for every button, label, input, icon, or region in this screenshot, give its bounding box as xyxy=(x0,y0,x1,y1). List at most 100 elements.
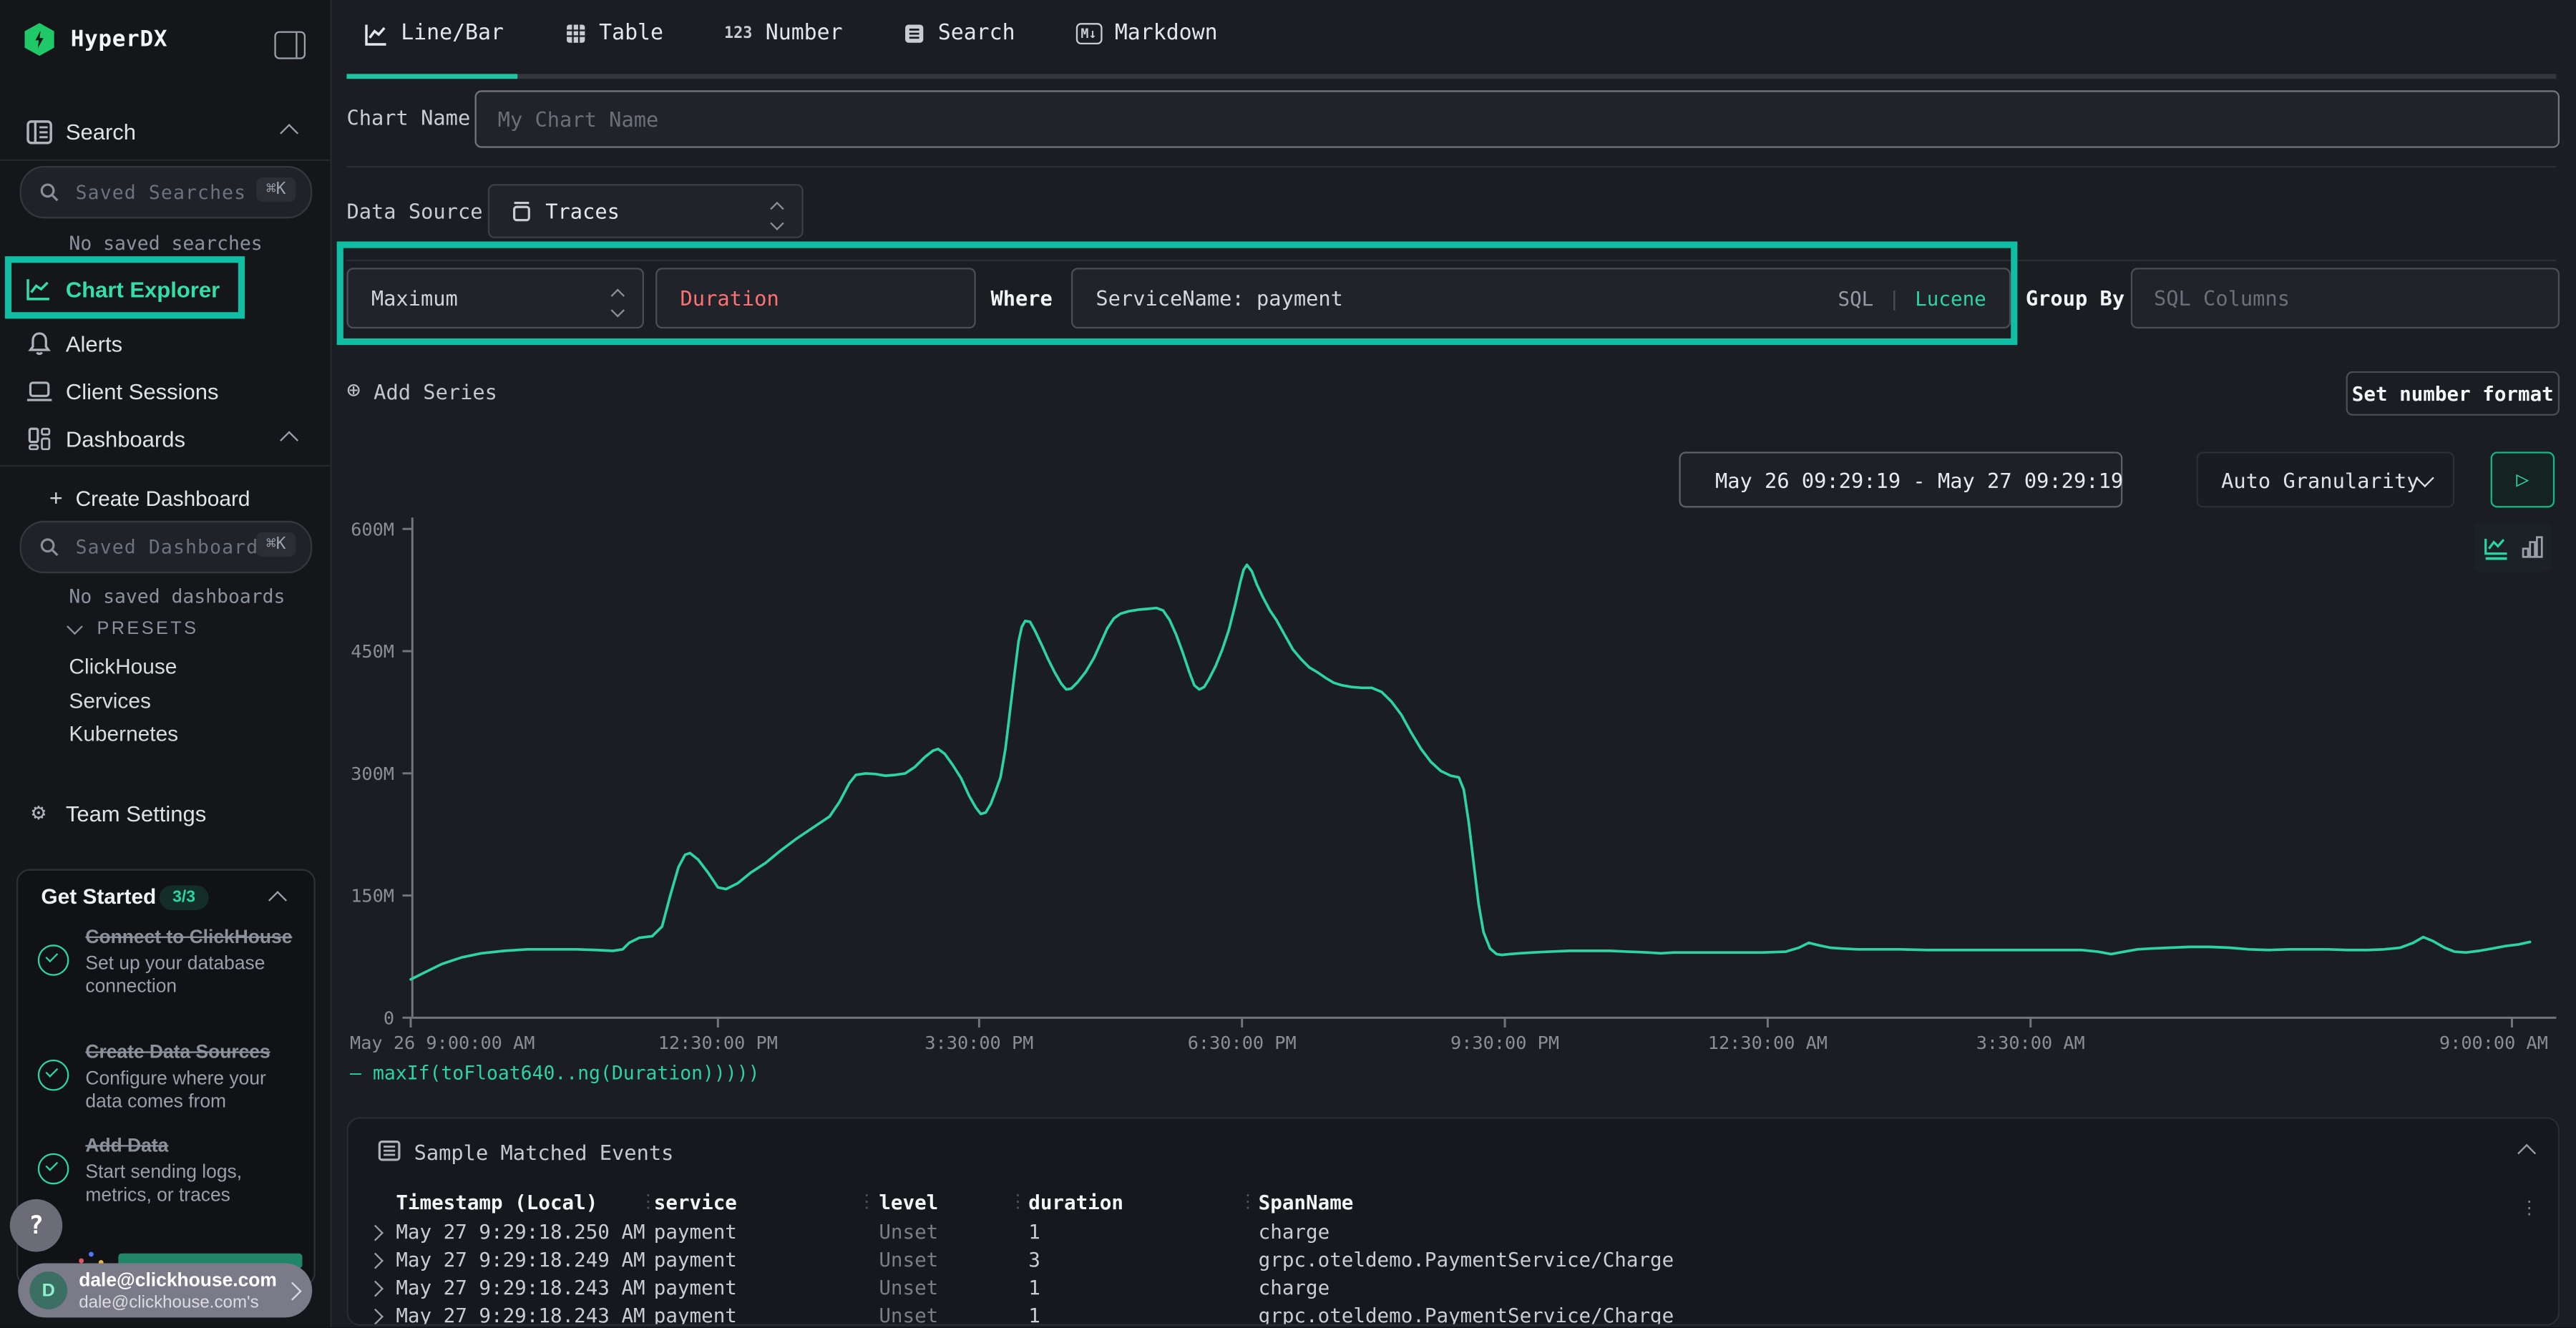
hyperdx-logo-icon xyxy=(23,23,56,56)
sql-toggle[interactable]: SQL xyxy=(1838,287,1873,310)
create-dashboard-label: Create Dashboard xyxy=(76,485,250,509)
data-source-select[interactable]: Traces xyxy=(488,184,804,238)
tabbar-track xyxy=(346,74,2556,79)
event-row-duration[interactable]: 1 xyxy=(1028,1304,1040,1326)
event-row-service[interactable]: payment xyxy=(654,1249,737,1271)
add-series-label: Add Series xyxy=(374,379,497,403)
lucene-toggle[interactable]: Lucene xyxy=(1915,287,1986,310)
brand[interactable]: HyperDX xyxy=(23,23,167,56)
sidebar-preset-services[interactable]: Services xyxy=(69,688,150,713)
collapse-panel-icon[interactable] xyxy=(2517,1144,2536,1163)
chevron-up-icon[interactable] xyxy=(280,124,298,142)
saved-searches-placeholder: Saved Searches xyxy=(76,181,247,204)
chart-explorer-icon xyxy=(24,278,52,301)
saved-searches-input[interactable]: Saved Searches ⌘K xyxy=(20,166,313,218)
event-row-level[interactable]: Unset xyxy=(879,1276,938,1299)
get-started-item-adddata[interactable]: Add Data Start sending logs, metrics, or… xyxy=(38,1131,298,1208)
chart-name-input[interactable] xyxy=(477,107,2558,131)
field-input-wrap[interactable]: Duration xyxy=(655,268,976,328)
event-row-ts[interactable]: May 27 9:29:18.250 AM xyxy=(396,1221,645,1244)
col-header-spanname[interactable]: SpanName xyxy=(1259,1191,1354,1214)
data-source-label: Data Source xyxy=(346,199,482,223)
group-by-label: Group By xyxy=(2026,285,2124,310)
event-row-ts[interactable]: May 27 9:29:18.243 AM xyxy=(396,1304,645,1326)
sidebar-preset-kubernetes[interactable]: Kubernetes xyxy=(69,721,178,746)
event-row-duration[interactable]: 1 xyxy=(1028,1221,1040,1244)
sidebar-item-team-settings[interactable]: ⚙ Team Settings xyxy=(0,794,330,833)
svg-text:6:30:00 PM: 6:30:00 PM xyxy=(1188,1032,1297,1053)
get-started-item-connect[interactable]: Connect to ClickHouse Set up your databa… xyxy=(38,922,298,999)
team-settings-label: Team Settings xyxy=(66,801,206,825)
sidebar-item-alerts[interactable]: Alerts xyxy=(0,323,330,363)
get-started-title: Get Started xyxy=(41,884,156,908)
event-row-service[interactable]: payment xyxy=(654,1276,737,1299)
set-number-format-button[interactable]: Set number format xyxy=(2346,371,2560,416)
create-dashboard-button[interactable]: + Create Dashboard xyxy=(0,478,330,517)
add-series-button[interactable]: ⊕ Add Series xyxy=(346,378,497,404)
event-row-duration[interactable]: 1 xyxy=(1028,1276,1040,1299)
column-separator-icon[interactable]: ⋮ xyxy=(1239,1191,1257,1213)
tab-markdown[interactable]: M↓ Markdown xyxy=(1076,21,1218,46)
col-header-level[interactable]: level xyxy=(879,1191,938,1214)
tab-number[interactable]: 123 Number xyxy=(724,21,843,46)
aggregation-value: Maximum xyxy=(371,285,458,310)
sidebar-item-dashboards[interactable]: Dashboards xyxy=(0,419,330,458)
event-row-service[interactable]: payment xyxy=(654,1304,737,1326)
check-circle-icon xyxy=(38,944,69,976)
presets-label: PRESETS xyxy=(97,620,198,640)
group-by-field[interactable] xyxy=(2131,268,2560,328)
tab-table[interactable]: Table xyxy=(565,21,663,46)
sidebar-section-search-label: Search xyxy=(66,119,136,143)
event-row-ts[interactable]: May 27 9:29:18.243 AM xyxy=(396,1276,645,1299)
query-language-toggle[interactable]: SQL | Lucene xyxy=(1838,287,1986,310)
event-row-ts[interactable]: May 27 9:29:18.249 AM xyxy=(396,1249,645,1271)
kebab-menu-icon[interactable]: ⋮ xyxy=(2520,1198,2538,1219)
get-started-progress-badge: 3/3 xyxy=(160,885,209,909)
get-started-item-subtitle: Set up your database connection xyxy=(85,954,297,999)
event-row-duration[interactable]: 3 xyxy=(1028,1249,1040,1271)
tab-line-bar[interactable]: Line/Bar xyxy=(365,21,504,46)
sidebar-item-client-sessions[interactable]: Client Sessions xyxy=(0,371,330,411)
event-row-level[interactable]: Unset xyxy=(879,1221,938,1244)
column-separator-icon[interactable]: ⋮ xyxy=(1009,1191,1027,1213)
user-menu[interactable]: D dale@clickhouse.com dale@clickhouse.co… xyxy=(18,1264,312,1318)
expand-row-icon[interactable] xyxy=(367,1309,384,1325)
group-by-input[interactable] xyxy=(2132,285,2558,310)
event-row-span[interactable]: grpc.oteldemo.PaymentService/Charge xyxy=(1259,1249,1674,1271)
event-row-span[interactable]: charge xyxy=(1259,1221,1330,1244)
sidebar-section-search[interactable]: Search xyxy=(0,112,330,151)
col-header-timestamp[interactable]: Timestamp (Local) xyxy=(396,1191,597,1214)
svg-text:3:30:00 AM: 3:30:00 AM xyxy=(1976,1032,2085,1053)
saved-dashboards-input[interactable]: Saved Dashboards ⌘K xyxy=(20,521,313,573)
check-circle-icon xyxy=(38,1060,69,1091)
column-separator-icon[interactable]: ⋮ xyxy=(857,1191,875,1213)
get-started-item-datasources[interactable]: Create Data Sources Configure where your… xyxy=(38,1037,298,1114)
col-header-duration[interactable]: duration xyxy=(1028,1191,1123,1214)
sidebar-preset-clickhouse[interactable]: ClickHouse xyxy=(69,654,177,678)
aggregation-select[interactable]: Maximum xyxy=(346,268,644,328)
chevron-up-icon[interactable] xyxy=(268,891,287,909)
event-row-level[interactable]: Unset xyxy=(879,1249,938,1271)
expand-row-icon[interactable] xyxy=(367,1253,384,1269)
tab-search[interactable]: Search xyxy=(904,21,1015,46)
tab-label: Search xyxy=(938,21,1015,46)
chart-name-field[interactable] xyxy=(475,90,2560,147)
tab-active-indicator xyxy=(346,74,517,79)
expand-row-icon[interactable] xyxy=(367,1225,384,1241)
event-row-level[interactable]: Unset xyxy=(879,1304,938,1326)
data-source-value: Traces xyxy=(545,199,620,223)
event-row-span[interactable]: charge xyxy=(1259,1276,1330,1299)
event-row-span[interactable]: grpc.oteldemo.PaymentService/Charge xyxy=(1259,1304,1674,1326)
expand-row-icon[interactable] xyxy=(367,1281,384,1297)
sidebar-item-chart-explorer[interactable]: Chart Explorer xyxy=(0,270,330,309)
timeseries-chart[interactable]: 0150M300M450M600MMay 26 9:00:00 AM12:30:… xyxy=(346,496,2556,1063)
chevron-up-icon[interactable] xyxy=(280,431,298,449)
help-button[interactable]: ? xyxy=(10,1199,62,1251)
col-header-service[interactable]: service xyxy=(654,1191,737,1214)
where-field[interactable]: ServiceName: payment SQL | Lucene xyxy=(1071,268,2011,328)
presets-header[interactable]: PRESETS xyxy=(69,620,198,640)
event-row-service[interactable]: payment xyxy=(654,1221,737,1244)
chart-legend[interactable]: — maxIf(toFloat640..ng(Duration))))) xyxy=(350,1061,759,1084)
select-chevrons-icon xyxy=(772,204,782,228)
collapse-sidebar-icon[interactable] xyxy=(274,31,306,59)
